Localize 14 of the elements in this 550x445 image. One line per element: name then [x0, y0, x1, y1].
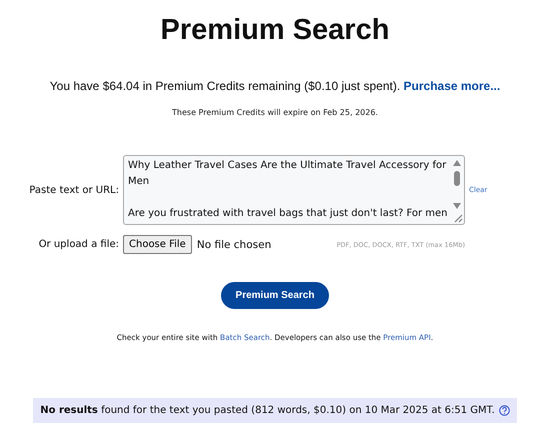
premium-search-button[interactable]: Premium Search — [221, 282, 329, 309]
paste-label: Paste text or URL: — [28, 184, 119, 196]
resize-grip-icon[interactable] — [453, 213, 463, 223]
result-message: No results found for the text you pasted (812 words, $0.10) on 10 Mar 2025 at 6:51 GMT. — [40, 405, 495, 416]
expiry-note: These Premium Credits will expire on Feb 25, 2026. — [172, 108, 378, 117]
page-title: Premium Search — [160, 14, 390, 47]
help-icon[interactable] — [498, 405, 510, 416]
credits-message: You have $64.04 in Premium Credits remaining ($0.10 just spent). Purchase more... — [50, 79, 500, 93]
text-field[interactable]: Why Leather Travel Cases Are the Ultimate Travel Accessory for Men Are you frustrated with travel bags that just don't last? For men — [123, 155, 465, 225]
scrollbar-icon[interactable] — [452, 159, 462, 211]
upload-label: Or upload a file: — [38, 239, 119, 250]
file-status: No file chosen — [196, 238, 272, 250]
choose-file-button[interactable]: Choose File — [123, 235, 192, 254]
purchase-link[interactable]: Purchase more... — [404, 79, 500, 93]
